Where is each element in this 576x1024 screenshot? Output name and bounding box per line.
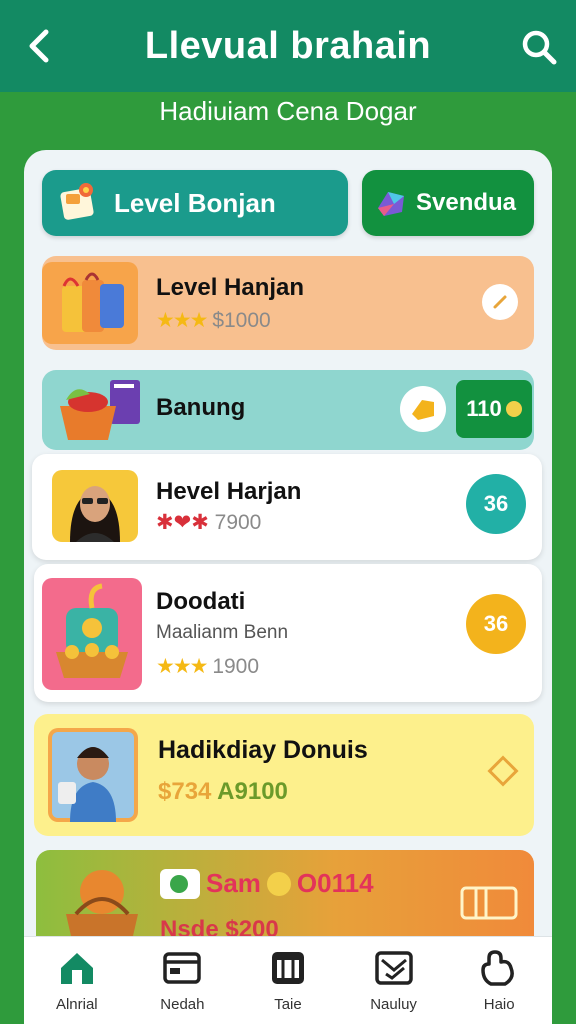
item-prices: $734 A9100 bbox=[158, 778, 288, 806]
nav-label: Haio bbox=[483, 995, 515, 1013]
item-price: 1900 bbox=[212, 655, 260, 678]
item-price: $1000 bbox=[212, 309, 271, 332]
item-title: Level Hanjan bbox=[156, 274, 305, 301]
back-button[interactable] bbox=[20, 26, 60, 66]
edit-button[interactable] bbox=[482, 284, 518, 320]
avatar bbox=[48, 728, 138, 822]
item-title: Sam bbox=[206, 868, 261, 898]
score-badge: 110 bbox=[456, 380, 532, 438]
basket-icon bbox=[60, 380, 140, 440]
rating-stars: ★★★ bbox=[156, 655, 209, 678]
item-meta: ★★★ $1000 bbox=[156, 308, 271, 333]
page-subtitle: Hadiuiam Cena Dogar bbox=[159, 96, 417, 126]
count-badge: 36 bbox=[466, 594, 526, 654]
bottom-nav: Alnrial Nedah Taie Nauluy Haio bbox=[24, 936, 552, 1024]
tab-level-bonjan[interactable]: Level Bonjan bbox=[42, 170, 348, 236]
item-meta: ✱❤✱ 7900 bbox=[156, 510, 261, 535]
app-title: Llevual brahain bbox=[144, 24, 432, 67]
thumbnail bbox=[42, 262, 138, 344]
tab-label: Level Bonjan bbox=[114, 187, 276, 218]
item-title: Hadikdiay Donuis bbox=[158, 736, 368, 764]
smile-icon bbox=[266, 871, 291, 896]
coin-icon bbox=[505, 401, 522, 417]
nav-item-home[interactable]: Alnrial bbox=[27, 941, 127, 1021]
list-item-level-hanjan[interactable]: Level Hanjan ★★★ $1000 bbox=[42, 256, 534, 350]
list-item-doodati[interactable]: Doodati Maalianm Benn ★★★ 1900 36 bbox=[34, 564, 542, 702]
hand-icon bbox=[481, 949, 515, 986]
list-item-banung[interactable]: Banung 110 bbox=[42, 370, 534, 450]
item-title-row: Sam O0114 bbox=[160, 868, 374, 899]
item-meta: ★★★ 1900 bbox=[156, 654, 259, 679]
nav-item-nedah[interactable]: Nedah bbox=[132, 941, 232, 1021]
gem-icon bbox=[378, 192, 404, 216]
treasure-basket-icon bbox=[56, 583, 128, 678]
thumbnail bbox=[52, 372, 156, 448]
nav-item-taie[interactable]: Taie bbox=[238, 941, 338, 1021]
item-price: 7900 bbox=[214, 511, 262, 534]
item-title: Doodati bbox=[156, 588, 246, 615]
pencil-icon bbox=[493, 295, 507, 309]
list-item-hevel-harjan[interactable]: Hevel Harjan ✱❤✱ 7900 36 bbox=[32, 454, 542, 560]
top-bar: Llevual brahain bbox=[0, 0, 576, 92]
item-subtitle: Maalianm Benn bbox=[156, 622, 289, 643]
nav-label: Taie bbox=[274, 995, 302, 1013]
nav-item-nauluy[interactable]: Nauluy bbox=[344, 941, 444, 1021]
rating-stars: ★★★ bbox=[156, 309, 209, 332]
item-points: A9100 bbox=[217, 778, 288, 805]
item-tag: O0114 bbox=[296, 868, 374, 898]
person-avatar-icon bbox=[52, 732, 134, 822]
thumbnail bbox=[42, 578, 142, 690]
item-title: Banung bbox=[156, 394, 246, 421]
coin-icon bbox=[400, 386, 446, 432]
nav-item-haio[interactable]: Haio bbox=[449, 941, 549, 1021]
calendar-icon bbox=[271, 951, 304, 984]
chevron-left-icon bbox=[29, 29, 49, 63]
tab-label: Svendua bbox=[416, 189, 517, 216]
search-icon bbox=[522, 30, 557, 65]
nav-label: Alnrial bbox=[55, 995, 98, 1013]
search-button[interactable] bbox=[520, 28, 558, 66]
person-avatar-icon bbox=[70, 486, 120, 542]
content-panel: Level Bonjan Svendua Level Hanjan ★★★ $1… bbox=[24, 150, 552, 1024]
home-icon bbox=[60, 952, 93, 984]
diamond-icon[interactable] bbox=[487, 755, 519, 787]
count-badge: 36 bbox=[466, 474, 526, 534]
tab-svendua[interactable]: Svendua bbox=[362, 170, 534, 236]
ticket-icon[interactable] bbox=[460, 884, 518, 922]
item-price: $734 bbox=[158, 778, 212, 805]
nav-label: Nedah bbox=[160, 995, 205, 1013]
mail-check-icon bbox=[374, 950, 413, 985]
list-item-hadikdiay-donuis[interactable]: Hadikdiay Donuis $734 A9100 bbox=[34, 714, 534, 836]
badge-icon bbox=[160, 868, 200, 899]
item-title: Hevel Harjan bbox=[156, 478, 302, 505]
marks-icon: ✱❤✱ bbox=[156, 511, 209, 534]
wallet-icon bbox=[163, 951, 202, 984]
shopping-bags-icon bbox=[62, 272, 124, 332]
avatar bbox=[52, 470, 138, 542]
nav-label: Nauluy bbox=[370, 995, 417, 1013]
gift-card-icon bbox=[60, 183, 94, 220]
